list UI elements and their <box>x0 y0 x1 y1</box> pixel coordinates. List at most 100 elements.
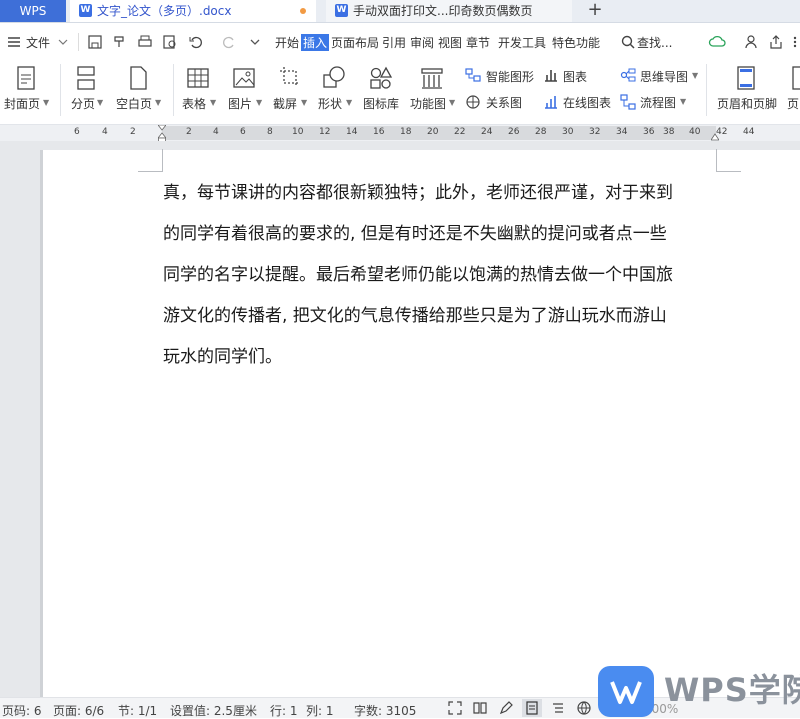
tab-developer[interactable]: 开发工具 <box>498 34 546 51</box>
chevron-down-icon[interactable]: ▼ <box>680 97 686 106</box>
tab-page-layout[interactable]: 页面布局 <box>331 34 379 51</box>
online-chart-button[interactable]: 在线图表 <box>563 94 611 111</box>
header-footer-icon[interactable] <box>734 65 758 91</box>
writer-doc-icon: W <box>79 4 92 17</box>
chevron-down-icon[interactable]: ▼ <box>210 98 216 107</box>
undo-icon[interactable] <box>188 34 204 50</box>
new-tab-button[interactable]: + <box>586 0 604 22</box>
tab-special-features[interactable]: 特色功能 <box>552 34 600 51</box>
ruler-number: 8 <box>267 127 273 137</box>
writer-doc-icon: W <box>335 4 348 17</box>
chevron-down-icon[interactable] <box>58 38 68 46</box>
customize-toolbar-icon[interactable] <box>247 34 263 50</box>
status-setting-value[interactable]: 设置值: 2.5厘米 <box>170 702 257 719</box>
ruler-number: 20 <box>427 127 439 137</box>
status-word-count[interactable]: 字数: 3105 <box>354 702 416 719</box>
cover-page-icon[interactable] <box>14 65 38 91</box>
icon-library-button[interactable]: 图标库 <box>363 95 399 112</box>
shape-icon[interactable] <box>322 65 346 91</box>
online-chart-icon[interactable] <box>543 94 559 110</box>
table-button[interactable]: 表格 <box>182 95 206 112</box>
ruler-number: 10 <box>292 127 304 137</box>
page-number-icon[interactable] <box>792 65 800 91</box>
tab-view[interactable]: 视图 <box>438 34 462 51</box>
table-icon[interactable] <box>186 65 210 91</box>
tab-insert[interactable]: 插入 <box>301 34 330 51</box>
hamburger-icon[interactable] <box>6 34 22 50</box>
function-chart-icon[interactable] <box>420 65 444 91</box>
cloud-sync-icon[interactable] <box>708 34 728 50</box>
document-body-text[interactable]: 真，每节课讲的内容都很新颖独特；此外，老师还很严谨，对于来到 的同学有着很高的要… <box>163 173 719 378</box>
page-break-icon[interactable] <box>74 65 98 91</box>
wps-home-tab[interactable]: WPS <box>0 0 66 22</box>
share-icon[interactable] <box>768 34 784 50</box>
menu-file[interactable]: 文件 <box>26 34 50 51</box>
edit-mode-icon[interactable] <box>498 700 514 716</box>
smart-shape-button[interactable]: 智能图形 <box>486 68 534 85</box>
chart-button[interactable]: 图表 <box>563 68 587 85</box>
picture-icon[interactable] <box>232 65 256 91</box>
screenshot-button[interactable]: 截屏 <box>273 95 297 112</box>
status-row[interactable]: 行: 1 <box>270 702 298 719</box>
format-painter-icon[interactable] <box>112 34 128 50</box>
save-icon[interactable] <box>87 34 103 50</box>
search-box[interactable]: 查找... <box>637 34 672 51</box>
tab-home[interactable]: 开始 <box>275 34 299 51</box>
ruler-number: 26 <box>508 127 520 137</box>
redo-icon[interactable] <box>221 34 237 50</box>
ruler-number: 14 <box>346 127 358 137</box>
ruler-number: 16 <box>373 127 385 137</box>
flowchart-icon[interactable] <box>620 94 636 110</box>
relation-chart-icon[interactable] <box>465 94 481 110</box>
ruler-number: 6 <box>74 127 80 137</box>
relation-chart-button[interactable]: 关系图 <box>486 94 522 111</box>
function-chart-button[interactable]: 功能图 <box>410 95 446 112</box>
chevron-down-icon[interactable]: ▼ <box>692 71 698 80</box>
status-page-number[interactable]: 页码: 6 <box>2 702 42 719</box>
status-section[interactable]: 节: 1/1 <box>118 702 157 719</box>
chevron-down-icon[interactable]: ▼ <box>256 98 262 107</box>
outline-view-icon[interactable] <box>550 700 566 716</box>
tab-review[interactable]: 审阅 <box>410 34 434 51</box>
read-mode-icon[interactable] <box>472 700 488 716</box>
ruler-number: 18 <box>400 127 412 137</box>
print-icon[interactable] <box>137 34 153 50</box>
smart-shape-icon[interactable] <box>465 67 481 83</box>
unsaved-indicator <box>300 8 306 14</box>
flowchart-button[interactable]: 流程图 <box>640 94 676 111</box>
status-pages[interactable]: 页面: 6/6 <box>53 702 104 719</box>
fullscreen-icon[interactable] <box>447 700 463 716</box>
blank-page-button[interactable]: 空白页 <box>116 95 152 112</box>
status-column[interactable]: 列: 1 <box>306 702 334 719</box>
web-view-icon[interactable] <box>576 700 592 716</box>
icon-library-icon[interactable] <box>369 65 393 91</box>
cover-page-button[interactable]: 封面页 <box>4 95 40 112</box>
chevron-down-icon[interactable]: ▼ <box>449 98 455 107</box>
picture-button[interactable]: 图片 <box>228 95 252 112</box>
print-preview-icon[interactable] <box>162 34 178 50</box>
mind-map-icon[interactable] <box>620 67 636 83</box>
search-icon[interactable] <box>620 34 636 50</box>
page-break-button[interactable]: 分页 <box>71 95 95 112</box>
tab-document-thesis[interactable]: W 文字_论文（多页）.docx <box>70 0 316 22</box>
header-footer-button[interactable]: 页眉和页脚 <box>717 95 777 112</box>
menu-bar: 文件 开始 插入 页面布局 引用 审阅 视图 章节 开发工具 特色功能 查找..… <box>0 29 800 55</box>
tab-chapter[interactable]: 章节 <box>466 34 490 51</box>
chart-icon[interactable] <box>543 67 559 83</box>
mind-map-button[interactable]: 思维导图 <box>640 68 688 85</box>
tab-references[interactable]: 引用 <box>382 34 406 51</box>
shape-button[interactable]: 形状 <box>318 95 342 112</box>
chevron-down-icon[interactable]: ▼ <box>346 98 352 107</box>
screenshot-icon[interactable] <box>278 65 302 91</box>
chevron-down-icon[interactable]: ▼ <box>155 98 161 107</box>
page-view-icon[interactable] <box>524 700 540 716</box>
blank-page-icon[interactable] <box>126 65 150 91</box>
chevron-down-icon[interactable]: ▼ <box>97 98 103 107</box>
chevron-down-icon[interactable]: ▼ <box>43 98 49 107</box>
chevron-down-icon[interactable]: ▼ <box>301 98 307 107</box>
tab-document-duplex-print[interactable]: W 手动双面打印文...印奇数页偶数页 <box>326 0 572 22</box>
more-icon[interactable] <box>790 34 800 50</box>
page-number-button[interactable]: 页 <box>787 95 799 112</box>
right-indent-marker-icon[interactable] <box>711 133 719 141</box>
collaborate-icon[interactable] <box>744 34 760 50</box>
